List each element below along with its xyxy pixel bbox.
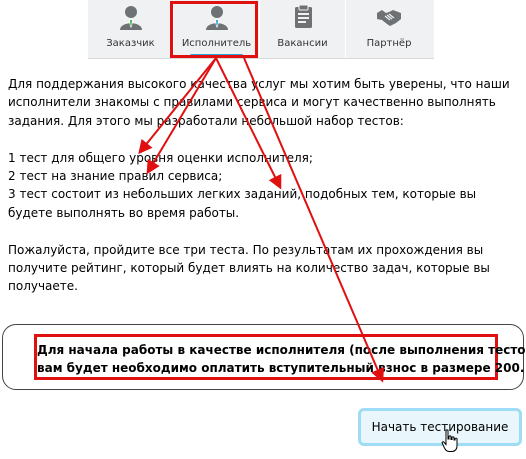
role-tabs: Заказчик Исполнитель Вакансии Партнёр bbox=[88, 0, 434, 59]
test-item-3: 3 тест состоит из небольших легких задан… bbox=[8, 187, 477, 202]
person-icon bbox=[119, 6, 142, 30]
payment-notice: Для начала работы в качестве исполнителя… bbox=[34, 334, 526, 380]
intro-line: задания. Для этого мы разработали неболь… bbox=[8, 113, 404, 128]
tab-partner[interactable]: Партнёр bbox=[346, 0, 432, 58]
intro-line: исполнители знакомы с правилами сервиса … bbox=[8, 95, 496, 110]
intro-line: Для поддержания высокого качества услуг … bbox=[8, 77, 510, 91]
clipboard-icon bbox=[294, 4, 312, 28]
tab-label: Вакансии bbox=[277, 38, 328, 49]
test-item-3-cont: будете выполнять во время работы. bbox=[8, 205, 240, 220]
testing-instructions: Для поддержания высокого качества услуг … bbox=[8, 75, 520, 296]
notice-line: вам будет необходимо оплатить вступитель… bbox=[37, 361, 525, 375]
test-item-1: 1 тест для общего уровня оценки исполнит… bbox=[8, 150, 313, 165]
tab-vacancies[interactable]: Вакансии bbox=[260, 0, 346, 58]
tab-label: Партнёр bbox=[366, 38, 412, 49]
outro-line: Пожалуйста, пройдите все три теста. По р… bbox=[8, 242, 484, 257]
tab-customer[interactable]: Заказчик bbox=[88, 0, 174, 58]
start-testing-button[interactable]: Начать тестирование bbox=[358, 408, 522, 446]
handshake-icon bbox=[377, 10, 401, 26]
annotation-highlight-executor-tab bbox=[170, 1, 258, 58]
outro-line: получите рейтинг, который будет влиять н… bbox=[8, 261, 490, 276]
outro-line: получаете. bbox=[8, 279, 78, 294]
test-item-2: 2 тест на знание правил сервиса; bbox=[8, 169, 223, 184]
notice-line: Для начала работы в качестве исполнителя… bbox=[37, 343, 526, 357]
hand-cursor-icon bbox=[441, 429, 458, 452]
tab-label: Заказчик bbox=[106, 38, 155, 49]
